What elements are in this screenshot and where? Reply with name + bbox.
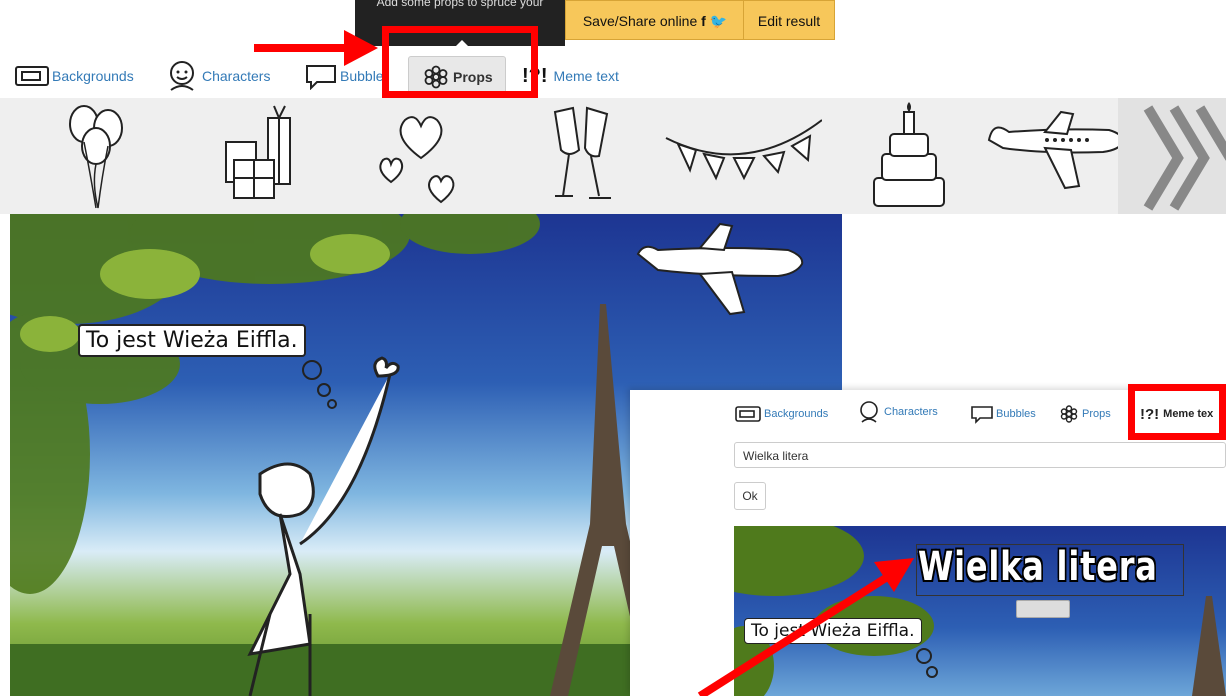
tab-bubbles[interactable]: Bubble xyxy=(304,56,384,96)
inset-tab-backgrounds[interactable]: Backgrounds xyxy=(734,400,828,428)
character-icon xyxy=(170,61,194,91)
ok-button[interactable]: Ok xyxy=(734,482,766,510)
tooltip-text: Add some props to spruce your xyxy=(376,0,544,9)
extra-prop[interactable] xyxy=(1118,98,1226,214)
speech-bubble[interactable]: To jest Wieża Eiffla. xyxy=(78,324,306,357)
tab-characters[interactable]: Characters xyxy=(164,56,270,96)
gifts-prop[interactable] xyxy=(220,98,300,214)
tab-bar: Backgrounds Characters Bubble Props !?! … xyxy=(0,56,1226,99)
bunting-prop[interactable] xyxy=(662,98,822,214)
background-icon xyxy=(735,406,761,422)
background-icon xyxy=(15,66,49,86)
meme-text-highlight xyxy=(1128,384,1226,440)
props-highlight xyxy=(382,26,538,98)
inset-speech-bubble[interactable]: To jest Wieża Eiffla. xyxy=(744,618,922,644)
text-tools[interactable] xyxy=(1016,600,1070,618)
tab-label: Backgrounds xyxy=(52,68,134,84)
meme-text-input[interactable]: Wielka litera xyxy=(734,442,1226,468)
tab-label: Meme text xyxy=(553,68,619,84)
twitter-icon: 🐦 xyxy=(709,13,728,29)
scene-airplane xyxy=(636,222,804,316)
facebook-icon: f xyxy=(701,13,706,29)
flower-icon xyxy=(1060,405,1078,423)
birthday-cake-prop[interactable] xyxy=(860,98,950,214)
champagne-prop[interactable] xyxy=(545,98,625,214)
character-icon xyxy=(860,401,878,423)
tab-label: Bubbles xyxy=(996,408,1036,420)
save-share-button[interactable]: Save/Share online f 🐦 xyxy=(565,0,745,40)
inset-tab-bubbles[interactable]: Bubbles xyxy=(970,400,1036,428)
tab-label: Props xyxy=(1082,408,1111,420)
tab-backgrounds[interactable]: Backgrounds xyxy=(14,56,134,96)
bubble-icon xyxy=(971,406,993,424)
hearts-prop[interactable] xyxy=(375,98,465,214)
tab-label: Bubble xyxy=(340,68,384,84)
props-strip xyxy=(0,98,1226,214)
inset-tab-characters[interactable]: Characters xyxy=(856,398,938,426)
tab-label: Characters xyxy=(884,406,938,418)
balloons-prop[interactable] xyxy=(62,98,132,214)
inset-canvas[interactable]: Wielka litera To jest Wieża Eiffla. xyxy=(734,526,1226,696)
tab-label: Backgrounds xyxy=(764,408,829,420)
inset-tab-props[interactable]: Props xyxy=(1058,400,1111,428)
meme-text-overlay[interactable]: Wielka litera xyxy=(918,544,1158,590)
edit-result-button[interactable]: Edit result xyxy=(743,0,835,40)
tab-label: Characters xyxy=(202,68,271,84)
bubble-icon xyxy=(306,65,336,90)
airplane-prop[interactable] xyxy=(985,98,1125,214)
share-label: Save/Share online xyxy=(582,13,698,29)
